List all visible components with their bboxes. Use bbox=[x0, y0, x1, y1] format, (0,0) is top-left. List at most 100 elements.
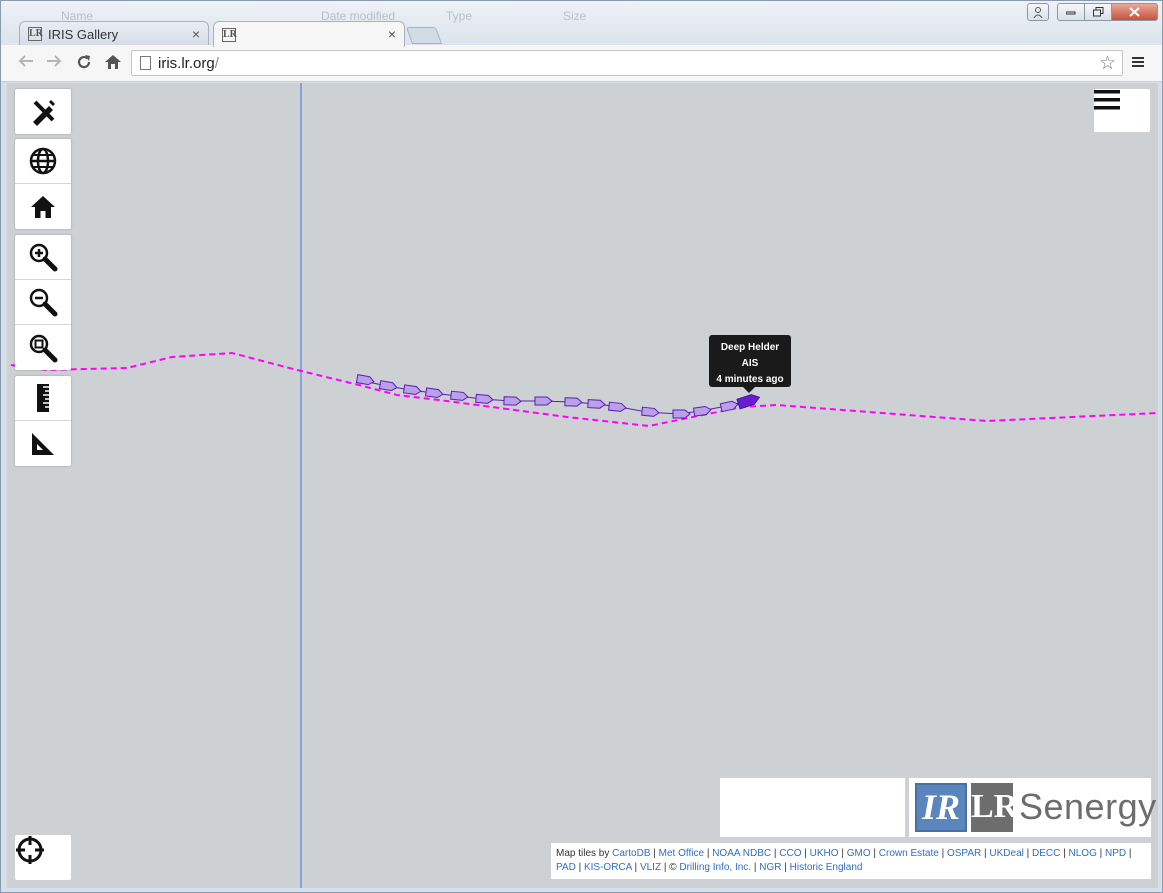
home-view-button[interactable] bbox=[15, 184, 71, 229]
ship-history-marker[interactable] bbox=[587, 399, 606, 409]
attribution-link[interactable]: CartoDB bbox=[612, 848, 650, 859]
vessel-age: 4 minutes ago bbox=[716, 374, 784, 385]
draw-tools-button[interactable] bbox=[15, 89, 71, 134]
address-bar[interactable]: iris.lr.org/ ☆ bbox=[131, 50, 1123, 76]
close-tab-icon[interactable]: × bbox=[388, 26, 396, 42]
back-button[interactable] bbox=[15, 53, 37, 75]
close-icon bbox=[1129, 7, 1140, 17]
user-profile-button[interactable] bbox=[1027, 3, 1049, 21]
close-window-button[interactable] bbox=[1111, 3, 1158, 21]
restore-icon bbox=[1092, 7, 1103, 17]
zoom-in-icon bbox=[29, 243, 58, 272]
attribution-link[interactable]: UKHO bbox=[810, 848, 839, 859]
attribution-link[interactable]: CCO bbox=[779, 848, 801, 859]
vessel-name: Deep Helder bbox=[720, 342, 780, 353]
iris-lr-senergy-logo: IR LR Senergy bbox=[909, 778, 1156, 837]
zoom-extent-button[interactable] bbox=[15, 325, 71, 370]
copyright-symbol: © bbox=[669, 862, 677, 873]
attribution-link[interactable]: Historic England bbox=[790, 862, 863, 873]
attribution-link[interactable]: OSPAR bbox=[947, 848, 981, 859]
minimize-icon bbox=[1066, 11, 1076, 15]
attribution-link[interactable]: DECC bbox=[1032, 848, 1060, 859]
reload-icon bbox=[77, 55, 91, 69]
attribution-link[interactable]: UKDeal bbox=[989, 848, 1023, 859]
basemap-button[interactable] bbox=[15, 139, 71, 184]
vessel-tooltip: Deep Helder AIS 4 minutes ago bbox=[709, 335, 791, 393]
zoom-extent-icon bbox=[29, 334, 58, 362]
ship-history-marker[interactable] bbox=[503, 396, 522, 406]
attribution-link[interactable]: NOAA NDBC bbox=[712, 848, 771, 859]
lr-logo-icon: LR bbox=[971, 783, 1018, 832]
reload-button[interactable] bbox=[73, 53, 95, 75]
home-icon bbox=[105, 55, 121, 69]
attribution-prefix: Map tiles by bbox=[556, 848, 610, 859]
restore-button[interactable] bbox=[1084, 3, 1112, 21]
measure-area-button[interactable] bbox=[15, 421, 71, 466]
ship-history-marker[interactable] bbox=[424, 387, 444, 399]
ship-history-markers bbox=[355, 374, 739, 419]
logo-placeholder bbox=[720, 778, 905, 837]
tab-label: IRIS Gallery bbox=[48, 26, 119, 42]
lr-favicon-icon: LR bbox=[222, 27, 237, 42]
new-tab-button[interactable] bbox=[405, 27, 443, 44]
browser-menu-button[interactable] bbox=[1129, 53, 1147, 75]
ship-history-marker[interactable] bbox=[534, 396, 553, 406]
ship-history-marker[interactable] bbox=[672, 409, 691, 419]
zoom-out-button[interactable] bbox=[15, 280, 71, 325]
map-overlay bbox=[10, 83, 1158, 888]
attribution-link[interactable]: NGR bbox=[759, 862, 781, 873]
globe-icon bbox=[29, 147, 57, 175]
lr-favicon-icon: LR bbox=[28, 27, 43, 41]
home-button[interactable] bbox=[102, 53, 124, 75]
locate-button[interactable] bbox=[15, 835, 71, 880]
ship-history-marker[interactable] bbox=[378, 380, 398, 392]
url-text[interactable]: iris.lr.org/ bbox=[158, 55, 219, 72]
measure-distance-button[interactable] bbox=[15, 376, 71, 421]
zoom-in-button[interactable] bbox=[15, 235, 71, 280]
attribution-link[interactable]: VLIZ bbox=[640, 862, 661, 873]
tab-iris-map[interactable]: LR × bbox=[213, 21, 405, 47]
close-tab-icon[interactable]: × bbox=[192, 26, 200, 42]
browser-window: Name Date modified Type Size LR IRIS Gal… bbox=[0, 0, 1163, 893]
forward-button[interactable] bbox=[43, 53, 65, 75]
draw-tools-icon bbox=[33, 99, 56, 126]
map-canvas[interactable]: Deep Helder AIS 4 minutes ago IR LR Sene… bbox=[7, 83, 1158, 888]
attribution-link[interactable]: NLOG bbox=[1069, 848, 1097, 859]
ship-history-marker[interactable] bbox=[450, 390, 469, 401]
browser-toolbar: iris.lr.org/ ☆ bbox=[1, 45, 1162, 82]
menu-icon bbox=[1132, 57, 1144, 67]
draw-tools-group bbox=[15, 89, 71, 134]
attribution-link[interactable]: KIS-ORCA bbox=[584, 862, 632, 873]
bookmark-star-icon[interactable]: ☆ bbox=[1099, 52, 1116, 75]
vessel-source: AIS bbox=[741, 358, 759, 369]
iris-logo-icon: IR bbox=[915, 783, 967, 832]
zoom-controls-group bbox=[15, 235, 71, 370]
set-square-icon bbox=[32, 432, 54, 455]
ship-history-marker[interactable] bbox=[355, 374, 375, 386]
ship-history-marker[interactable] bbox=[719, 400, 739, 413]
ship-history-marker[interactable] bbox=[564, 397, 583, 407]
ship-history-marker[interactable] bbox=[692, 405, 712, 417]
attribution-link[interactable]: PAD bbox=[556, 862, 576, 873]
ruler-icon bbox=[37, 384, 49, 412]
ship-history-marker[interactable] bbox=[608, 401, 627, 412]
attribution-link[interactable]: Drilling Info, Inc. bbox=[679, 862, 751, 873]
ghost-size: Size bbox=[563, 9, 587, 23]
layers-menu-button[interactable] bbox=[1094, 89, 1150, 132]
minimize-button[interactable] bbox=[1057, 3, 1085, 21]
attribution-link[interactable]: Crown Estate bbox=[879, 848, 939, 859]
ship-history-marker[interactable] bbox=[641, 406, 660, 417]
attribution-link[interactable]: GMO bbox=[847, 848, 871, 859]
tab-iris-gallery[interactable]: LR IRIS Gallery × bbox=[19, 21, 209, 46]
attribution-link[interactable]: NPD bbox=[1105, 848, 1126, 859]
planned-route-line bbox=[10, 351, 1158, 428]
attribution-link[interactable]: Met Office bbox=[659, 848, 704, 859]
measure-controls-group bbox=[15, 376, 71, 466]
map-attribution: Map tiles by CartoDB | Met Office | NOAA… bbox=[551, 843, 1151, 879]
page-icon bbox=[140, 56, 151, 70]
current-ship-marker[interactable] bbox=[736, 393, 761, 410]
ship-history-marker[interactable] bbox=[475, 393, 494, 404]
ship-history-marker[interactable] bbox=[402, 384, 422, 396]
arrow-right-icon bbox=[47, 55, 62, 67]
senergy-brand-text: Senergy bbox=[1019, 786, 1157, 827]
